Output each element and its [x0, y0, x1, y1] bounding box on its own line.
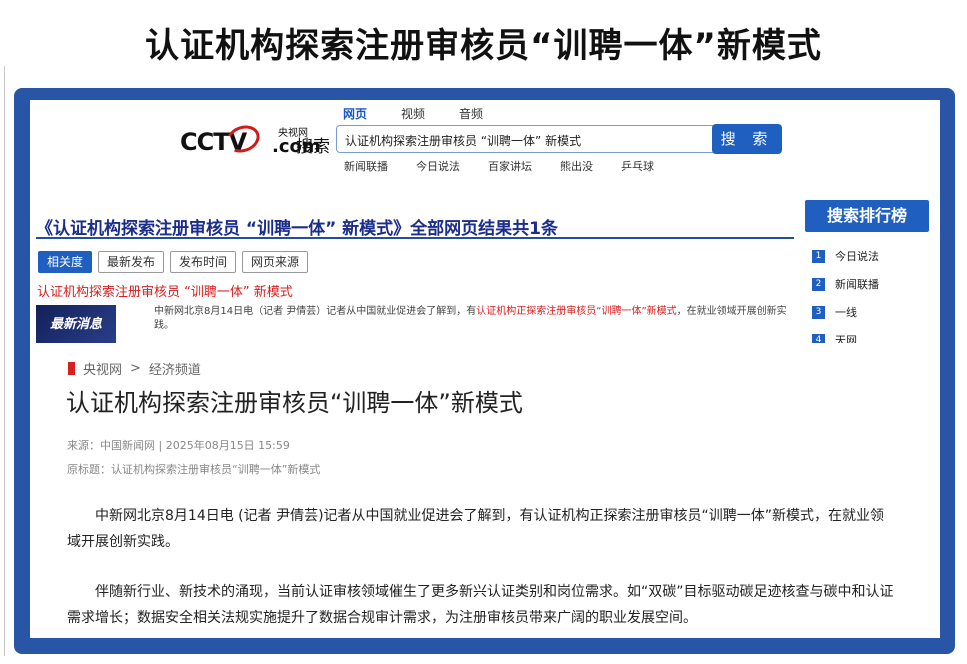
tab-web[interactable]: 网页: [343, 105, 367, 122]
search-type-tabs: 网页 视频 音频: [343, 105, 483, 122]
result-snippet: 中新网北京8月14日电（记者 尹倩芸）记者从中国就业促进会了解到，有认证机构正探…: [154, 305, 794, 333]
sort-source-button[interactable]: 网页来源: [242, 251, 309, 273]
article-panel: 央视网 > 经济频道 认证机构探索注册审核员“训聘一体”新模式 来源：中国新闻网…: [30, 343, 940, 638]
breadcrumb-separator: >: [130, 361, 141, 376]
hot-link[interactable]: 百家讲坛: [488, 158, 532, 174]
sort-latest-button[interactable]: 最新发布: [98, 251, 165, 273]
sort-time-button[interactable]: 发布时间: [170, 251, 237, 273]
ranking-item[interactable]: 2 新闻联播: [812, 270, 930, 298]
hot-link[interactable]: 熊出没: [560, 158, 593, 174]
hot-link[interactable]: 乒乓球: [621, 158, 654, 174]
divider: [4, 66, 5, 656]
ranking-label: 今日说法: [835, 250, 879, 263]
article-original-title: 原标题：认证机构探索注册审核员“训聘一体”新模式: [67, 463, 321, 476]
hot-link[interactable]: 今日说法: [416, 158, 460, 174]
search-page-screenshot: CCTV 央视网 .com 搜索 网页 视频 音频 认证机构探索注册审核员 “训…: [30, 100, 940, 638]
snippet-text: 中新网北京8月14日电（记者 尹倩芸）记者从中国就业促进会了解到，有: [154, 306, 477, 317]
article-paragraph: 中新网北京8月14日电 (记者 尹倩芸)记者从中国就业促进会了解到，有认证机构正…: [67, 508, 885, 550]
breadcrumb-item[interactable]: 经济频道: [149, 359, 201, 378]
sort-options: 相关度 最新发布 发布时间 网页来源: [38, 251, 309, 273]
tab-video[interactable]: 视频: [401, 105, 425, 122]
hot-search-links: 新闻联播 今日说法 百家讲坛 熊出没 乒乓球: [344, 158, 654, 174]
ranking-label: 一线: [835, 306, 857, 319]
results-divider: [36, 237, 794, 239]
search-input[interactable]: 认证机构探索注册审核员 “训聘一体” 新模式: [336, 125, 736, 153]
breadcrumb-item[interactable]: 央视网: [83, 359, 122, 378]
ranking-item[interactable]: 1 今日说法: [812, 242, 930, 270]
search-button[interactable]: 搜 索: [712, 124, 782, 154]
rank-number: 2: [812, 277, 825, 291]
ranking-item[interactable]: 3 一线: [812, 298, 930, 326]
slide-title: 认证机构探索注册审核员“训聘一体”新模式: [145, 26, 822, 66]
rank-number: 3: [812, 305, 825, 319]
article-meta: 来源：中国新闻网 | 2025年08月15日 15:59: [67, 439, 290, 452]
result-thumbnail[interactable]: 最新消息: [36, 305, 116, 345]
search-label: 搜索: [296, 137, 330, 157]
article-title: 认证机构探索注册审核员“训聘一体”新模式: [66, 389, 523, 417]
hot-link[interactable]: 新闻联播: [344, 158, 388, 174]
sort-relevance-button[interactable]: 相关度: [38, 251, 93, 273]
ranking-label: 新闻联播: [835, 278, 879, 291]
result-title-link[interactable]: 认证机构探索注册审核员 “训聘一体” 新模式: [37, 281, 293, 300]
bookmark-icon: [68, 362, 75, 375]
search-ranking-list: 1 今日说法 2 新闻联播 3 一线 4 天网: [812, 242, 930, 354]
breadcrumb: 央视网 > 经济频道: [68, 359, 201, 378]
snippet-highlight: 认证机构正探索注册审核员“训聘一体”新模式: [476, 306, 677, 317]
tab-audio[interactable]: 音频: [459, 105, 483, 122]
search-ranking-title: 搜索排行榜: [805, 200, 929, 232]
rank-number: 1: [812, 249, 825, 263]
article-paragraph: 伴随新行业、新技术的涌现，当前认证审核领域催生了更多新兴认证类别和岗位需求。如“…: [67, 584, 894, 626]
results-heading: 《认证机构探索注册审核员 “训聘一体” 新模式》全部网页结果共1条: [36, 219, 559, 239]
